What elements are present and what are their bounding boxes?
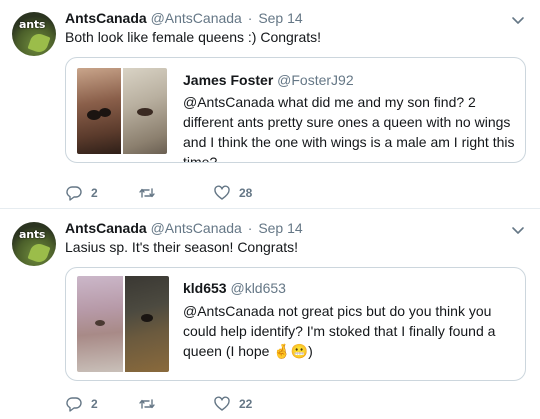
quoted-text: @AntsCanada not great pics but do you th… [183, 303, 496, 359]
like-icon [214, 185, 230, 200]
tweet-header: AntsCanada @AntsCanada · Sep 14 [65, 220, 303, 236]
avatar[interactable]: ants [12, 222, 56, 266]
tweet-text: Both look like female queens :) Congrats… [65, 29, 322, 45]
quoted-author: kld653 @kld653 [183, 280, 286, 296]
separator-dot: · [247, 10, 253, 26]
like-count: 22 [239, 397, 253, 411]
reply-icon [66, 186, 82, 201]
tweet[interactable]: ants AntsCanada @AntsCanada · Sep 14 Bot… [0, 0, 540, 209]
chevron-down-icon[interactable] [510, 12, 526, 28]
handle[interactable]: @AntsCanada [151, 220, 242, 236]
reply-count: 2 [91, 186, 98, 200]
media-thumbnail[interactable] [123, 68, 167, 154]
ant-shape [137, 108, 153, 116]
media-thumbnail[interactable] [125, 276, 169, 372]
quoted-text: @AntsCanada what did me and my son find?… [183, 94, 515, 163]
chevron-down-icon[interactable] [510, 222, 526, 238]
avatar-logo-text: ants [19, 228, 46, 241]
tweet-header: AntsCanada @AntsCanada · Sep 14 [65, 10, 303, 26]
display-name[interactable]: AntsCanada [65, 10, 147, 26]
quoted-handle[interactable]: @FosterJ92 [277, 72, 353, 88]
ant-shape [95, 320, 105, 326]
timestamp[interactable]: Sep 14 [258, 220, 302, 236]
leaf-icon [27, 241, 51, 265]
like-icon [214, 396, 230, 411]
leaf-icon [27, 31, 51, 55]
display-name[interactable]: AntsCanada [65, 220, 147, 236]
quoted-display-name[interactable]: kld653 [183, 280, 227, 296]
quoted-tweet[interactable]: kld653 @kld653 @AntsCanada not great pic… [65, 267, 526, 381]
reply-icon [66, 397, 82, 412]
like-count: 28 [239, 186, 253, 200]
tweet[interactable]: ants AntsCanada @AntsCanada · Sep 14 Las… [0, 210, 540, 419]
separator-dot: · [247, 220, 253, 236]
avatar-logo-text: ants [19, 18, 46, 31]
avatar[interactable]: ants [12, 12, 56, 56]
ant-shape [141, 314, 153, 322]
quoted-handle[interactable]: @kld653 [230, 280, 285, 296]
reply-count: 2 [91, 397, 98, 411]
quoted-media[interactable] [77, 276, 169, 372]
tweet-text: Lasius sp. It's their season! Congrats! [65, 239, 299, 255]
retweet-icon [139, 188, 155, 198]
quoted-media[interactable] [77, 68, 167, 154]
quoted-tweet[interactable]: James Foster @FosterJ92 @AntsCanada what… [65, 57, 526, 163]
timestamp[interactable]: Sep 14 [258, 10, 302, 26]
ant-shape [99, 108, 111, 117]
timeline: ants AntsCanada @AntsCanada · Sep 14 Bot… [0, 0, 540, 419]
quoted-author: James Foster @FosterJ92 [183, 72, 354, 88]
handle[interactable]: @AntsCanada [151, 10, 242, 26]
media-thumbnail[interactable] [77, 276, 123, 372]
quoted-display-name[interactable]: James Foster [183, 72, 273, 88]
media-thumbnail[interactable] [77, 68, 121, 154]
retweet-icon [139, 399, 155, 409]
